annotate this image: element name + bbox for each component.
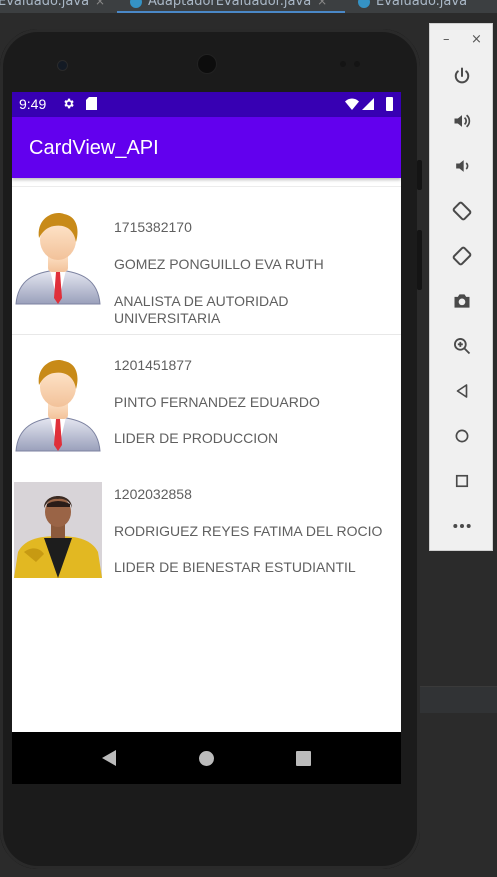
wifi-icon — [345, 98, 359, 110]
camera-icon[interactable] — [442, 283, 482, 319]
gear-icon — [64, 98, 74, 109]
card-role: LIDER DE PRODUCCION — [114, 430, 279, 446]
earpiece-speaker — [197, 54, 217, 74]
active-tab-indicator — [117, 11, 345, 13]
home-icon[interactable] — [199, 751, 214, 766]
sd-card-icon — [86, 97, 97, 110]
ide-tab-label: Evaluado.java — [0, 0, 90, 9]
ide-tab-label: Evaluado.java — [376, 0, 468, 9]
java-class-icon — [358, 0, 370, 8]
close-icon[interactable]: × — [317, 0, 327, 8]
overview-icon[interactable] — [442, 463, 482, 499]
light-sensor — [354, 61, 360, 67]
card-item[interactable]: 1201451877 PINTO FERNANDEZ EDUARDO LIDER… — [12, 335, 401, 463]
card-name: GOMEZ PONGUILLO EVA RUTH — [114, 256, 324, 272]
signal-icon — [362, 98, 374, 110]
java-class-icon — [130, 0, 142, 8]
navigation-bar — [12, 732, 401, 784]
rotate-left-icon[interactable] — [442, 193, 482, 229]
card-role: LIDER DE BIENESTAR ESTUDIANTIL — [114, 559, 356, 575]
volume-up-icon[interactable] — [442, 103, 482, 139]
volume-down-icon[interactable] — [442, 148, 482, 184]
card-item[interactable]: 1202032858 RODRIGUEZ REYES FATIMA DEL RO… — [12, 464, 401, 586]
card-id: 1201451877 — [114, 357, 192, 373]
status-bar: 9:49 — [12, 92, 401, 117]
minimize-icon[interactable]: – — [443, 32, 450, 47]
back-icon[interactable] — [102, 750, 116, 766]
status-time: 9:49 — [19, 96, 47, 112]
ide-tab-evaluado-2[interactable]: Evaluado.java — [358, 0, 467, 13]
list-divider — [12, 186, 401, 187]
app-title: CardView_API — [29, 137, 159, 159]
avatar — [15, 213, 101, 305]
card-role: ANALISTA DE AUTORIDAD UNIVERSITARIA — [114, 293, 289, 326]
proximity-sensor — [340, 61, 346, 67]
front-camera — [57, 60, 68, 71]
avatar — [15, 360, 101, 452]
ide-tab-strip: Evaluado.java × AdaptadorEvaluador.java × … — [0, 0, 497, 13]
card-id: 1202032858 — [114, 486, 192, 502]
phone-power-button — [417, 160, 422, 190]
more-icon[interactable] — [442, 508, 482, 544]
emulator-toolbar: – × — [429, 23, 493, 551]
recents-icon[interactable] — [296, 751, 311, 766]
battery-icon — [386, 97, 393, 111]
close-icon[interactable]: × — [95, 0, 105, 8]
close-icon[interactable]: × — [471, 32, 482, 47]
back-icon[interactable] — [442, 373, 482, 409]
ide-tab-label: AdaptadorEvaluador.java — [148, 0, 312, 9]
ide-tab-evaluado[interactable]: Evaluado.java × — [0, 0, 105, 13]
avatar-photo — [14, 482, 102, 578]
rotate-right-icon[interactable] — [442, 238, 482, 274]
phone-screen: 9:49 CardView_API 1715382170 GOMEZ PONGU… — [12, 92, 401, 784]
card-name: PINTO FERNANDEZ EDUARDO — [114, 394, 320, 410]
app-bar: CardView_API — [12, 117, 401, 178]
card-item[interactable]: 1715382170 GOMEZ PONGUILLO EVA RUTH ANAL… — [12, 188, 401, 335]
phone-volume-button — [417, 230, 422, 290]
power-icon[interactable] — [442, 58, 482, 94]
zoom-icon[interactable] — [442, 328, 482, 364]
home-icon[interactable] — [442, 418, 482, 454]
card-name: RODRIGUEZ REYES FATIMA DEL ROCIO — [114, 523, 383, 539]
card-id: 1715382170 — [114, 219, 192, 235]
